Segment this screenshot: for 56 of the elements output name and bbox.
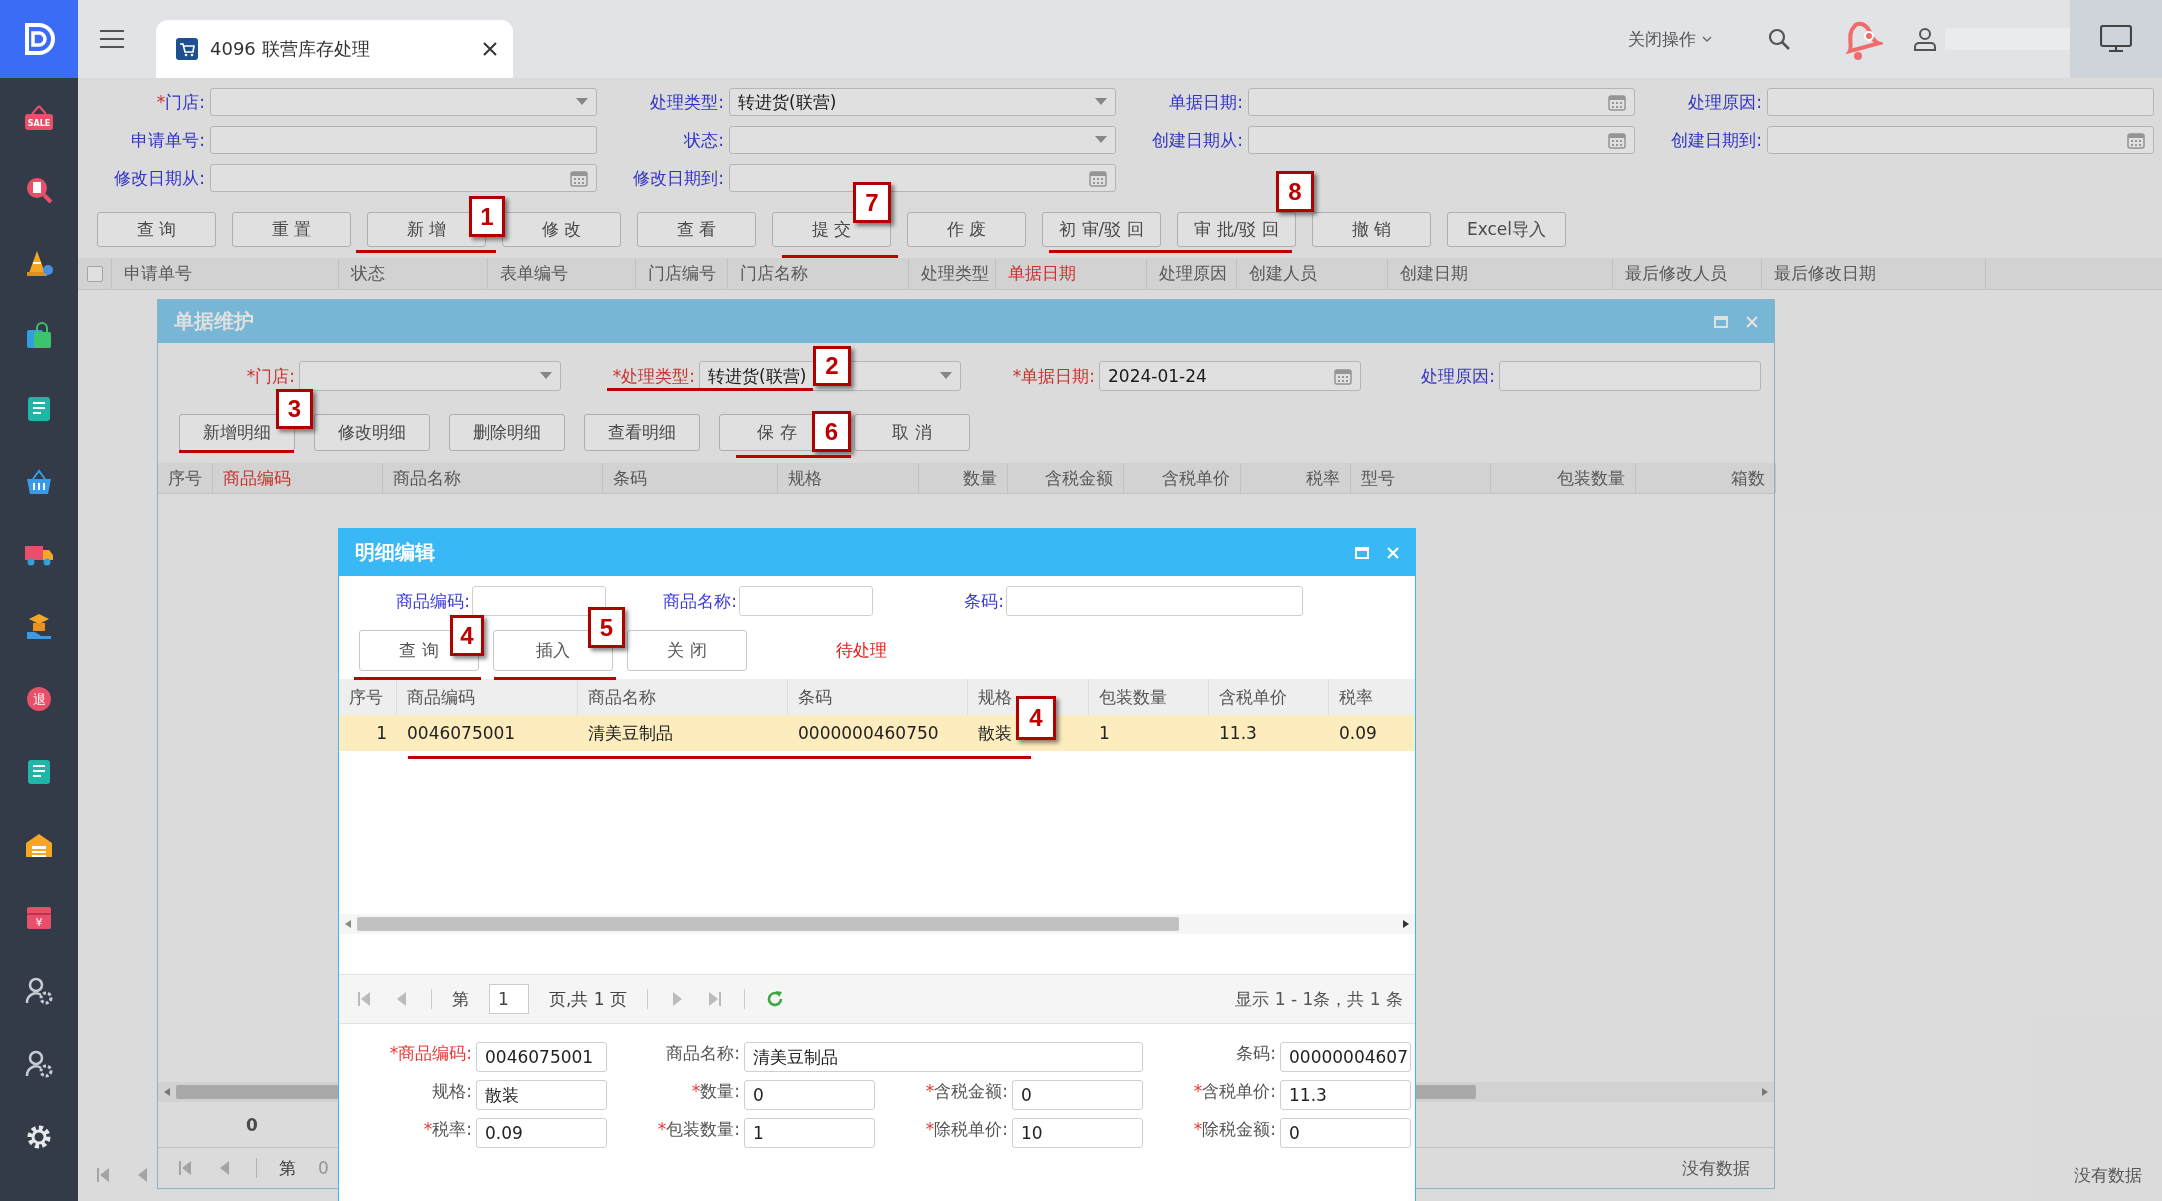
step-callout-tooltip: 2 [813,346,851,386]
field-label: 修改日期从: [113,166,205,190]
field-label: 状态: [683,128,724,152]
step-callout-tooltip: 4 [1016,696,1056,740]
field-label: *数量: [690,1080,740,1103]
field-label: 处理类型: [649,90,724,114]
field-label: *含税金额: [924,1080,1008,1103]
step-callout-tooltip: 8 [1276,171,1314,212]
field-label: *门店: [155,90,205,114]
step-callout-tooltip: 4 [450,615,484,656]
field-label: 创建日期从: [1151,128,1243,152]
field-label: *税率: [422,1118,472,1141]
field-label: 条码: [963,589,1004,613]
field-label: 处理原因: [1420,364,1495,388]
table-cell: 1 [1099,723,1110,743]
field-label: 商品名称: [662,589,737,613]
step-callout-tooltip: 5 [588,607,625,648]
table-cell: 0046075001 [407,723,516,743]
field-label: *含税单价: [1192,1080,1276,1103]
dialog-title: 单据维护 [174,308,255,335]
table-cell: 0.09 [1339,723,1377,743]
table-cell: 11.3 [1219,723,1257,743]
page-summary: 显示 1 - 1条，共 1 条 [1235,987,1403,1011]
field-label: 处理原因: [1687,90,1762,114]
total-value: 0 [246,1114,258,1135]
empty-message: 没有数据 [2074,1163,2142,1187]
field-label: 单据日期: [1168,90,1243,114]
step-callout-tooltip: 1 [469,196,505,237]
field-label: 条码: [1235,1042,1276,1065]
page-label: 第 [279,1156,296,1180]
dialog-title: 明细编辑 [355,539,436,566]
field-label: *包装数量: [656,1118,740,1141]
step-callout-tooltip: 6 [812,411,851,452]
field-label: *处理类型: [611,364,695,388]
field-label: 商品编码: [395,589,470,613]
field-label: *商品编码: [388,1042,472,1065]
step-callout-tooltip: 3 [276,389,313,429]
field-label: *除税单价: [924,1118,1008,1141]
page-label: 第 [452,987,469,1011]
field-label: 申请单号: [130,128,205,152]
field-label: 规格: [431,1080,472,1103]
empty-message: 没有数据 [1682,1156,1750,1180]
field-label: 创建日期到: [1670,128,1762,152]
field-label: *单据日期: [1011,364,1095,388]
step-callout-tooltip: 7 [853,182,891,223]
field-label: *门店: [245,364,295,388]
field-label: *除税金额: [1192,1118,1276,1141]
field-label: 商品名称: [665,1042,740,1065]
status-text: 待处理 [836,639,887,662]
table-cell: 1 [376,723,387,743]
table-cell: 散装 [978,721,1012,745]
table-cell: 0000000460750 [798,723,939,743]
page-number: 0 [318,1158,329,1178]
table-cell: 清美豆制品 [588,721,673,745]
field-label: 修改日期到: [632,166,724,190]
page-total: 页,共 1 页 [549,987,628,1011]
